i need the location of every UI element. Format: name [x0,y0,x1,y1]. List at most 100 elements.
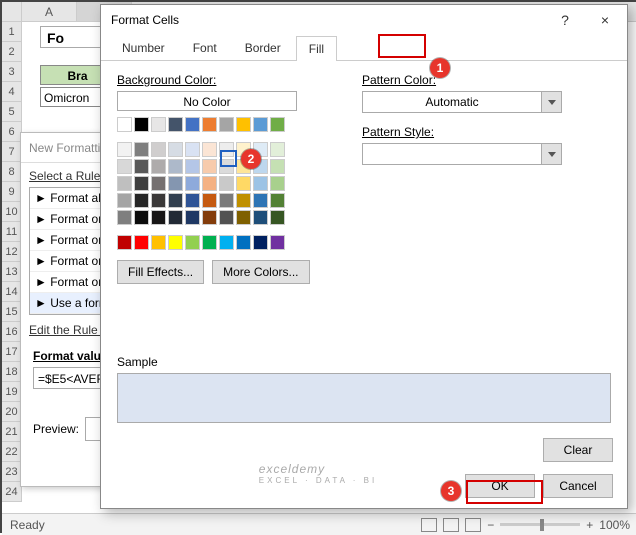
color-swatch[interactable] [168,117,183,132]
color-swatch[interactable] [168,193,183,208]
color-swatch[interactable] [134,117,149,132]
color-swatch[interactable] [219,210,234,225]
color-swatch[interactable] [117,117,132,132]
color-swatch[interactable] [202,176,217,191]
color-swatch[interactable] [185,142,200,157]
color-swatch[interactable] [151,235,166,250]
ok-button[interactable]: OK [465,474,535,498]
pattern-style-dropdown[interactable] [362,143,562,165]
tab-font[interactable]: Font [180,35,230,60]
color-swatch[interactable] [270,142,285,157]
help-button[interactable]: ? [545,6,585,34]
color-swatch[interactable] [270,176,285,191]
color-swatch[interactable] [151,117,166,132]
fc-tabs: Number Font Border Fill [101,35,627,61]
color-swatch[interactable] [202,235,217,250]
close-button[interactable]: × [585,6,625,34]
view-break-icon[interactable] [465,518,481,532]
color-swatch[interactable] [236,210,251,225]
color-swatch[interactable] [168,235,183,250]
color-swatch[interactable] [168,176,183,191]
theme-color-row [117,117,332,132]
zoom-level[interactable]: 100% [599,518,630,532]
color-swatch[interactable] [151,210,166,225]
color-swatch[interactable] [270,193,285,208]
color-swatch[interactable] [134,176,149,191]
color-swatch[interactable] [219,176,234,191]
color-swatch[interactable] [236,117,251,132]
color-swatch[interactable] [253,210,268,225]
color-swatch[interactable] [270,210,285,225]
color-swatch[interactable] [202,193,217,208]
color-swatch[interactable] [151,176,166,191]
no-color-button[interactable]: No Color [117,91,297,111]
fc-title: Format Cells [111,13,179,27]
color-swatch[interactable] [185,210,200,225]
color-swatch[interactable] [202,117,217,132]
more-colors-button[interactable]: More Colors... [212,260,309,284]
view-layout-icon[interactable] [443,518,459,532]
color-swatch[interactable] [117,142,132,157]
fc-titlebar[interactable]: Format Cells ? × [101,5,627,35]
color-swatch[interactable] [219,235,234,250]
color-swatch[interactable] [236,193,251,208]
color-swatch[interactable] [219,117,234,132]
color-swatch[interactable] [270,117,285,132]
cancel-button[interactable]: Cancel [543,474,613,498]
zoom-slider[interactable] [500,523,580,526]
pattern-color-dropdown[interactable]: Automatic [362,91,562,113]
chevron-down-icon[interactable] [541,144,561,164]
color-swatch[interactable] [253,117,268,132]
fill-effects-button[interactable]: Fill Effects... [117,260,204,284]
color-swatch[interactable] [134,235,149,250]
color-swatch[interactable] [185,176,200,191]
color-swatch[interactable] [117,210,132,225]
color-swatch[interactable] [185,117,200,132]
color-swatch[interactable] [185,159,200,174]
callout-1: 1 [430,58,450,78]
color-swatch[interactable] [134,159,149,174]
color-swatch[interactable] [134,142,149,157]
zoom-minus-icon[interactable]: − [487,518,494,532]
color-swatch[interactable] [151,159,166,174]
color-swatch[interactable] [134,210,149,225]
color-swatch[interactable] [117,235,132,250]
color-swatch[interactable] [219,142,234,157]
color-swatch[interactable] [117,176,132,191]
color-swatch[interactable] [253,235,268,250]
zoom-plus-icon[interactable]: + [586,518,593,532]
color-swatch[interactable] [236,235,251,250]
color-swatch[interactable] [185,193,200,208]
color-swatch[interactable] [270,235,285,250]
color-swatch[interactable] [168,210,183,225]
color-swatch[interactable] [236,176,251,191]
color-swatch[interactable] [202,159,217,174]
status-ready: Ready [10,518,45,532]
color-swatch[interactable] [151,193,166,208]
tab-fill[interactable]: Fill [296,36,337,61]
color-swatch[interactable] [168,142,183,157]
color-swatch[interactable] [202,142,217,157]
color-swatch[interactable] [219,159,234,174]
row-headers: 123456789101112131415161718192021222324 [2,22,22,502]
color-swatch[interactable] [185,235,200,250]
color-swatch[interactable] [117,159,132,174]
color-swatch[interactable] [202,210,217,225]
clear-button[interactable]: Clear [543,438,613,462]
color-swatch[interactable] [253,176,268,191]
color-swatch[interactable] [117,193,132,208]
tab-number[interactable]: Number [109,35,178,60]
callout-2: 2 [241,149,261,169]
nfr-preview-label: Preview: [33,422,79,436]
color-swatch[interactable] [270,159,285,174]
select-all-corner[interactable] [2,2,22,21]
chevron-down-icon[interactable] [541,92,561,112]
col-A[interactable]: A [22,2,77,21]
view-normal-icon[interactable] [421,518,437,532]
color-swatch[interactable] [253,193,268,208]
color-swatch[interactable] [134,193,149,208]
tab-border[interactable]: Border [232,35,294,60]
color-swatch[interactable] [219,193,234,208]
color-swatch[interactable] [151,142,166,157]
color-swatch[interactable] [168,159,183,174]
